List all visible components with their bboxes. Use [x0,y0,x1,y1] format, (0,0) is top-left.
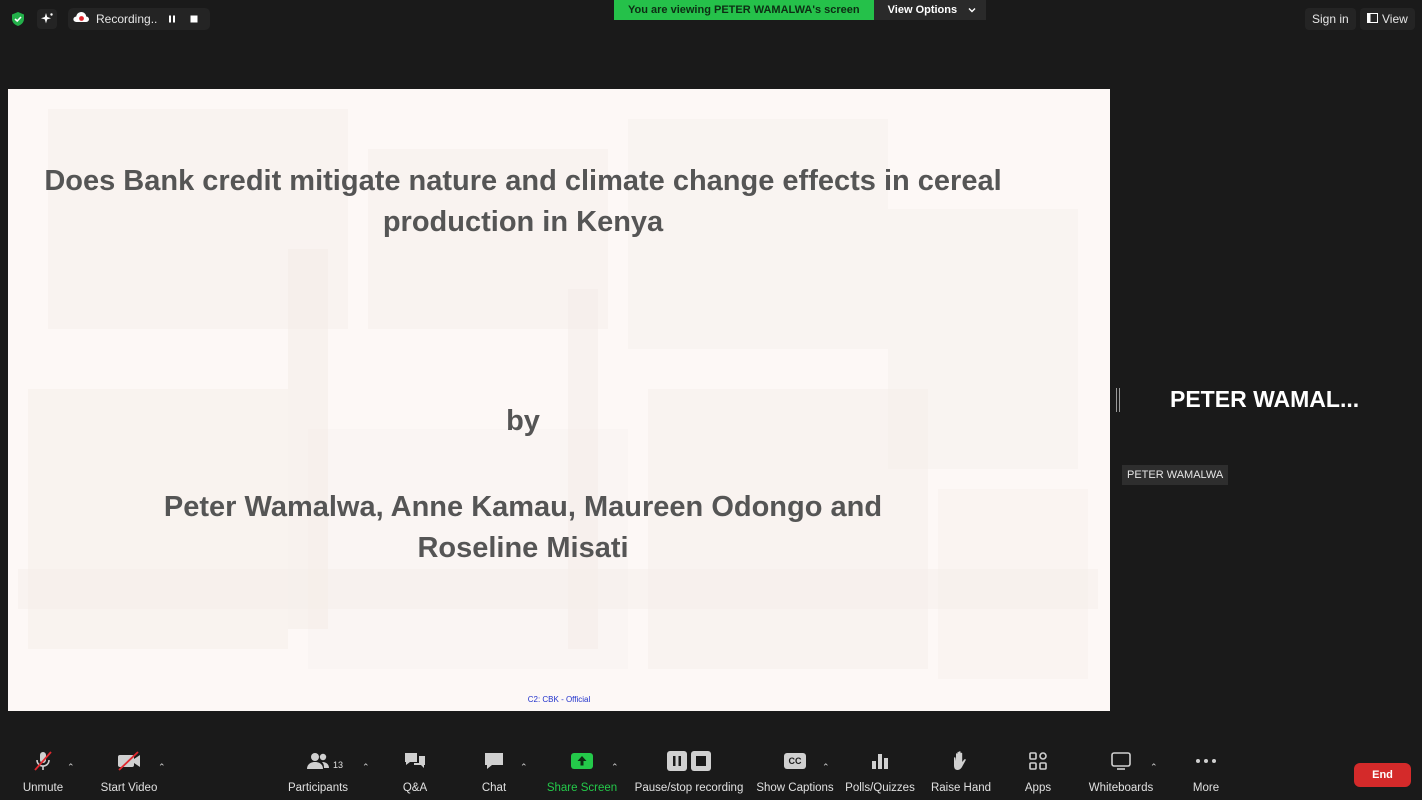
view-layout-icon [1367,12,1378,26]
unmute-label: Unmute [22,782,64,794]
qa-label: Q&A [402,782,428,794]
muted-microphone-icon [31,746,55,776]
cloud-recording-icon [72,10,90,29]
slide-authors-line: Roseline Misati [417,532,629,564]
whiteboard-options-chevron-up-icon[interactable]: ⌃ [1150,762,1158,773]
stop-recording-icon[interactable] [186,11,202,27]
sign-in-button[interactable]: Sign in [1305,8,1356,30]
unmute-button[interactable]: Unmute [18,746,68,800]
slide-title-line: production in Kenya [382,206,664,238]
chat-button[interactable]: Chat [474,746,514,800]
pause-recording-icon[interactable] [164,11,180,27]
start-video-label: Start Video [100,782,158,794]
captions-options-chevron-up-icon[interactable]: ⌃ [822,762,830,773]
share-screen-label: Share Screen [546,782,618,794]
slide-authors-line: Peter Wamalwa, Anne Kamau, Maureen Odong… [163,491,883,523]
show-captions-label: Show Captions [756,782,834,794]
participants-count-badge: 13 [333,760,344,770]
audio-options-chevron-up-icon[interactable]: ⌃ [67,762,75,773]
top-bar: Recording... You are viewing PETER WAMAL… [0,0,1422,36]
recording-label: Recording... [96,12,158,26]
ai-companion-sparkle-icon[interactable] [37,9,57,29]
meeting-toolbar: Unmute ⌃ Start Video ⌃ Participants 13 ⌃… [0,746,1422,800]
panel-resize-handle[interactable] [1116,388,1120,412]
captions-glyph: CC [784,753,806,769]
pause-stop-recording-label: Pause/stop recording [634,782,744,794]
raise-hand-button[interactable]: Raise Hand [930,746,992,800]
participants-options-chevron-up-icon[interactable]: ⌃ [362,762,370,773]
whiteboards-button[interactable]: Whiteboards [1086,746,1156,800]
participants-icon [305,746,331,776]
slide-authors: Peter Wamalwa, Anne Kamau, Maureen Odong… [8,487,1038,569]
polls-bar-chart-icon [870,746,890,776]
chat-bubble-icon [482,746,506,776]
pause-stop-recording-button[interactable]: Pause/stop recording [633,746,745,800]
qa-bubbles-icon [402,746,428,776]
apps-button[interactable]: Apps [1020,746,1056,800]
chevron-down-icon [968,4,976,16]
chat-options-chevron-up-icon[interactable]: ⌃ [520,762,528,773]
slide-title-line: Does Bank credit mitigate nature and cli… [44,165,1002,197]
start-video-button[interactable]: Start Video [98,746,160,800]
recording-indicator: Recording... [68,8,210,30]
share-screen-icon [570,746,594,776]
apps-label: Apps [1024,782,1052,794]
whiteboards-label: Whiteboards [1088,782,1154,794]
raise-hand-icon [951,746,971,776]
view-options-label: View Options [887,4,958,16]
view-label: View [1382,12,1408,26]
video-off-icon [116,746,142,776]
chat-label: Chat [481,782,507,794]
video-options-chevron-up-icon[interactable]: ⌃ [158,762,166,773]
security-shield-icon[interactable] [8,9,28,29]
more-button[interactable]: More [1186,746,1226,800]
qa-button[interactable]: Q&A [395,746,435,800]
slide-by-text: by [506,405,540,437]
viewing-banner: You are viewing PETER WAMALWA's screen V… [614,0,986,20]
end-meeting-button[interactable]: End [1354,763,1411,787]
participants-button[interactable]: Participants [286,746,350,800]
participant-name-tag: PETER WAMALWA [1122,465,1229,485]
participants-label: Participants [287,782,349,794]
share-screen-button[interactable]: Share Screen [546,746,618,800]
participant-display-name: PETER WAMAL... [1170,386,1360,412]
more-dots-icon [1195,746,1217,776]
polls-quizzes-button[interactable]: Polls/Quizzes [845,746,915,800]
share-options-chevron-up-icon[interactable]: ⌃ [611,762,619,773]
whiteboard-icon [1110,746,1132,776]
shared-screen-slide: Does Bank credit mitigate nature and cli… [8,89,1110,711]
recording-controls-icon [667,746,711,776]
show-captions-button[interactable]: CC Show Captions [755,746,835,800]
slide-classification-label: C2: CBK - Official [527,695,591,704]
viewing-status-label: You are viewing PETER WAMALWA's screen [614,0,874,20]
view-options-button[interactable]: View Options [873,0,986,20]
view-button[interactable]: View [1360,8,1415,30]
raise-hand-label: Raise Hand [930,782,992,794]
apps-grid-icon [1028,746,1048,776]
polls-quizzes-label: Polls/Quizzes [845,782,915,794]
closed-captions-icon: CC [784,746,806,776]
slide-title: Does Bank credit mitigate nature and cli… [8,161,1038,243]
more-label: More [1192,782,1220,794]
